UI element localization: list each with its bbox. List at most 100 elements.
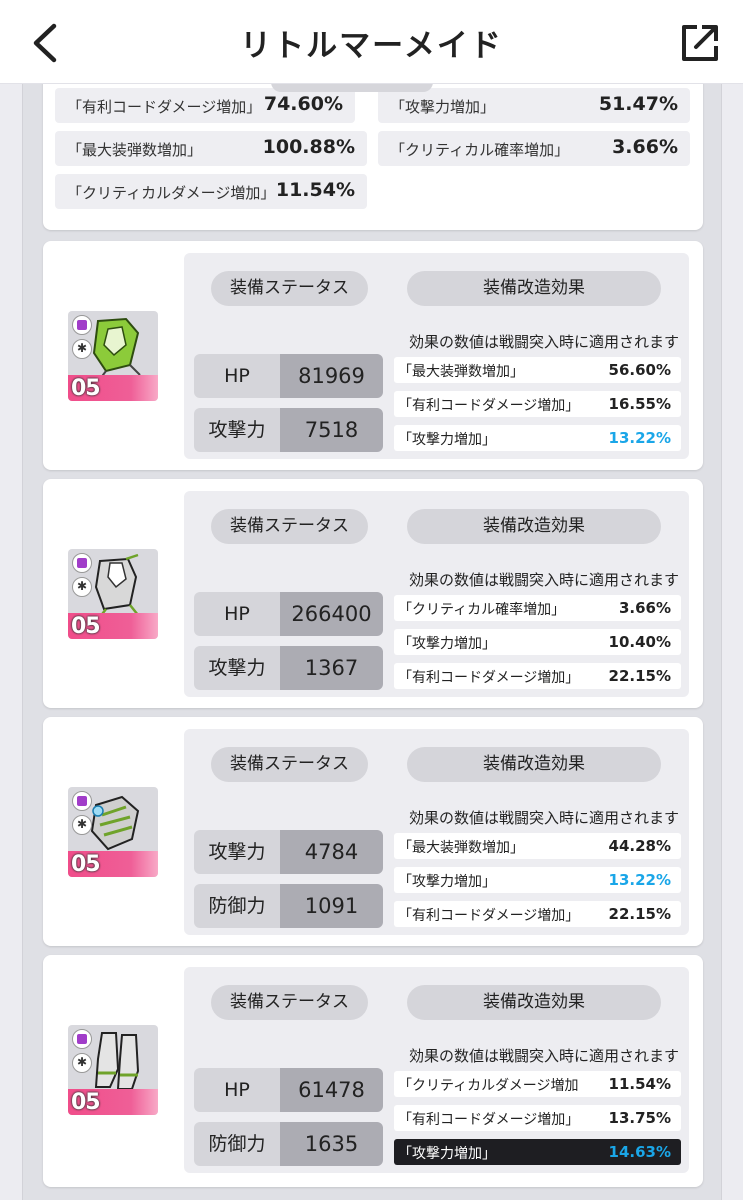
equipment-stat-row: HP 81969: [194, 354, 383, 398]
equipment-status-header: 装備ステータス: [211, 509, 368, 544]
summary-stat: 「最大装弾数増加」 100.88%: [55, 131, 367, 166]
stat-name: HP: [194, 354, 280, 398]
rarity-badge-icon: [72, 315, 92, 335]
type-badge-icon: [72, 577, 92, 597]
stat-value: 266400: [280, 592, 383, 636]
equipment-card: 05 装備ステータス 装備改造効果 HP 81969 攻撃力 7518 効果の数…: [43, 241, 703, 470]
effect-label: 「最大装弾数増加」: [398, 364, 524, 380]
stat-name: HP: [194, 1068, 280, 1112]
equipment-detail-panel: 装備ステータス 装備改造効果 攻撃力 4784 防御力 1091 効果の数値は戦…: [184, 729, 689, 935]
effect-value: 44.28%: [608, 837, 671, 855]
effect-label: 「攻撃力増加」: [398, 874, 496, 890]
summary-stat-label: 「攻撃力増加」: [390, 98, 496, 116]
top-bar: リトルマーメイド: [0, 0, 743, 84]
equipment-detail-panel: 装備ステータス 装備改造効果 HP 81969 攻撃力 7518 効果の数値は戦…: [184, 253, 689, 459]
effect-value: 13.22%: [608, 871, 671, 889]
effect-label: 「有利コードダメージ増加」: [398, 398, 578, 414]
equipment-icon[interactable]: 05: [68, 787, 158, 877]
summary-stat-value: 11.54%: [275, 179, 355, 201]
stat-name: 攻撃力: [194, 646, 280, 690]
effect-note: 効果の数値は戦闘突入時に適用されます: [409, 571, 680, 589]
share-icon: [682, 25, 718, 61]
equipment-stat-row: HP 61478: [194, 1068, 383, 1112]
type-badge-icon: [72, 339, 92, 359]
effect-value: 22.15%: [608, 667, 671, 685]
equipment-mod-header: 装備改造効果: [407, 985, 661, 1020]
effect-row: 「最大装弾数増加」 44.28%: [394, 833, 681, 859]
equipment-card: 05 装備ステータス 装備改造効果 攻撃力 4784 防御力 1091 効果の数…: [43, 717, 703, 946]
gear-item-icon: [94, 1032, 140, 1090]
equipment-status-header: 装備ステータス: [211, 271, 368, 306]
equipment-detail-panel: 装備ステータス 装備改造効果 HP 266400 攻撃力 1367 効果の数値は…: [184, 491, 689, 697]
share-button[interactable]: [675, 18, 725, 68]
equipment-status-header: 装備ステータス: [211, 985, 368, 1020]
stat-name: 防御力: [194, 1122, 280, 1166]
effect-label: 「攻撃力増加」: [398, 1146, 496, 1162]
summary-stat: 「クリティカル確率増加」 3.66%: [378, 131, 690, 166]
gear-item-icon: [90, 795, 140, 851]
equipment-icon[interactable]: 05: [68, 549, 158, 639]
effect-row: 「有利コードダメージ増加」 16.55%: [394, 391, 681, 417]
effect-note: 効果の数値は戦闘突入時に適用されます: [409, 333, 680, 351]
equipment-stat-row: 攻撃力 7518: [194, 408, 383, 452]
equipment-list[interactable]: 「有利コードダメージ増加」 74.60% 「攻撃力増加」 51.47% 「最大装…: [22, 72, 722, 1200]
stat-value: 61478: [280, 1068, 383, 1112]
stat-name: 攻撃力: [194, 408, 280, 452]
stat-value: 81969: [280, 354, 383, 398]
equipment-stat-row: 攻撃力 1367: [194, 646, 383, 690]
effect-value: 3.66%: [618, 599, 671, 617]
effect-row: 「攻撃力増加」 10.40%: [394, 629, 681, 655]
effect-label: 「最大装弾数増加」: [398, 840, 524, 856]
summary-stat-value: 100.88%: [262, 136, 355, 158]
summary-stat-label: 「クリティカルダメージ増加」: [67, 184, 275, 202]
page-title: リトルマーメイド: [240, 28, 503, 64]
effect-label: 「有利コードダメージ増加」: [398, 670, 578, 686]
stat-name: 防御力: [194, 884, 280, 928]
summary-stat: 「有利コードダメージ増加」 74.60%: [55, 88, 355, 123]
equipment-stat-row: 防御力 1091: [194, 884, 383, 928]
equipment-mod-header: 装備改造効果: [407, 271, 661, 306]
equipment-level: 05: [71, 1090, 101, 1115]
equipment-icon[interactable]: 05: [68, 1025, 158, 1115]
effect-value: 13.75%: [608, 1109, 671, 1127]
effect-label: 「クリティカルダメージ増加」: [398, 1078, 578, 1094]
effect-value: 22.15%: [608, 905, 671, 923]
rarity-badge-icon: [72, 791, 92, 811]
equipment-status-header: 装備ステータス: [211, 747, 368, 782]
summary-stat-label: 「最大装弾数増加」: [67, 141, 203, 159]
gear-item-icon: [92, 317, 141, 380]
gear-item-icon: [94, 553, 139, 618]
summary-stat-value: 3.66%: [612, 136, 678, 158]
summary-stat-label: 「有利コードダメージ増加」: [67, 98, 257, 116]
equipment-stat-row: HP 266400: [194, 592, 383, 636]
summary-stat: 「攻撃力増加」 51.47%: [378, 88, 690, 123]
effect-row: 「クリティカルダメージ増加」 11.54%: [394, 1071, 681, 1097]
effect-label: 「クリティカル確率増加」: [398, 602, 566, 618]
stat-value: 4784: [280, 830, 383, 874]
effect-label: 「有利コードダメージ増加」: [398, 908, 578, 924]
summary-stat-label: 「クリティカル確率増加」: [390, 141, 570, 159]
equipment-stat-row: 防御力 1635: [194, 1122, 383, 1166]
effect-label: 「攻撃力増加」: [398, 432, 496, 448]
equipment-card: 05 装備ステータス 装備改造効果 HP 61478 防御力 1635 効果の数…: [43, 955, 703, 1187]
screen: リトルマーメイド 「有利コードダメージ増加」 74.60% 「攻撃力増加」 51…: [0, 0, 743, 1200]
summary-stat-value: 51.47%: [598, 93, 678, 115]
effect-label: 「攻撃力増加」: [398, 636, 496, 652]
effect-value: 13.22%: [608, 429, 671, 447]
equipment-level: 05: [71, 614, 101, 639]
effect-row: 「クリティカル確率増加」 3.66%: [394, 595, 681, 621]
summary-card: 「有利コードダメージ増加」 74.60% 「攻撃力増加」 51.47% 「最大装…: [43, 74, 703, 230]
effect-row: 「有利コードダメージ増加」 22.15%: [394, 901, 681, 927]
stat-name: HP: [194, 592, 280, 636]
effect-value: 16.55%: [608, 395, 671, 413]
effect-note: 効果の数値は戦闘突入時に適用されます: [409, 809, 680, 827]
rarity-badge-icon: [72, 1029, 92, 1049]
equipment-icon[interactable]: 05: [68, 311, 158, 401]
equipment-level: 05: [71, 852, 101, 877]
effect-label: 「有利コードダメージ増加」: [398, 1112, 578, 1128]
stat-value: 1367: [280, 646, 383, 690]
effect-value: 10.40%: [608, 633, 671, 651]
effect-note: 効果の数値は戦闘突入時に適用されます: [409, 1047, 680, 1065]
effect-row-highlighted: 「攻撃力増加」 14.63%: [394, 1139, 681, 1165]
stat-value: 1091: [280, 884, 383, 928]
